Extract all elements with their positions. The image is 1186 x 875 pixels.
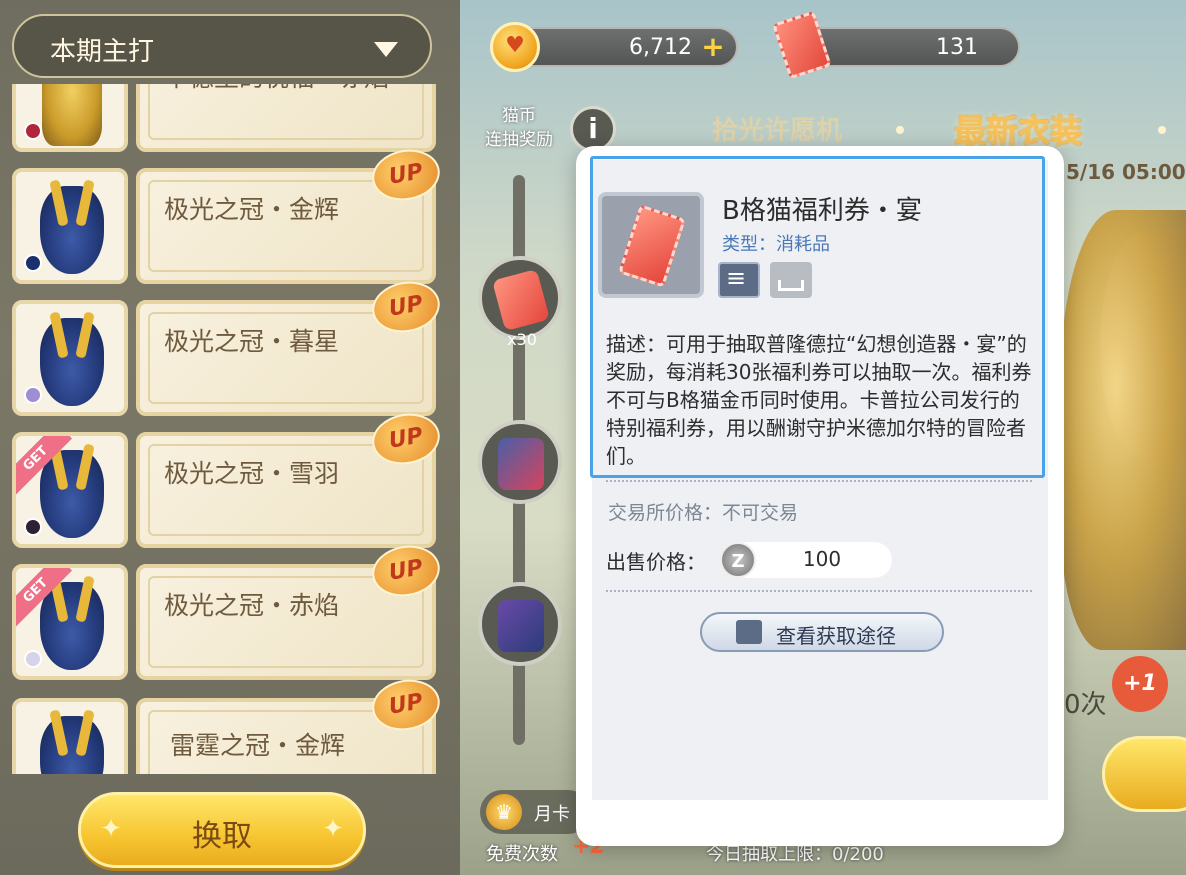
helmet-image	[40, 318, 104, 406]
rarity-dot	[24, 518, 42, 536]
filter-dropdown[interactable]: 本期主打	[12, 14, 432, 78]
reward-node[interactable]	[478, 256, 562, 340]
costume-thumbnail: GET	[12, 432, 128, 548]
draw-button[interactable]	[1102, 736, 1186, 812]
costume-thumbnail	[12, 84, 128, 152]
costume-thumbnail	[12, 300, 128, 416]
sparkle-icon: ✦	[322, 814, 344, 844]
draw-count-fragment: 0次	[1064, 690, 1107, 720]
rarity-dot	[24, 650, 42, 668]
coin-count: 6,712	[629, 35, 692, 60]
costume-card: 辛德里的祝福・赤焰	[136, 84, 436, 152]
rarity-dot	[24, 386, 42, 404]
list-item[interactable]: 辛德里的祝福・赤焰	[12, 84, 436, 156]
rarity-dot	[24, 122, 42, 140]
divider	[606, 480, 1032, 482]
coin-draw-reward-label: 猫币 连抽奖励	[474, 104, 564, 152]
red-ticket-icon	[492, 268, 550, 332]
tab-separator	[896, 126, 904, 134]
tab-wish-machine[interactable]: 拾光许愿机	[712, 110, 842, 147]
month-card-button[interactable]: ♛ 月卡	[480, 790, 590, 834]
item-detail-icon[interactable]	[718, 262, 760, 298]
costume-reward-icon	[498, 438, 544, 490]
item-description: 描述：可用于抽取普隆德拉“幻想创造器・宴”的奖励，每消耗30张福利券可以抽取一次…	[606, 332, 1032, 468]
list-item[interactable]: GET 极光之冠・雪羽 UP	[12, 408, 440, 552]
costume-thumbnail: GET	[12, 564, 128, 680]
item-icon-frame	[598, 192, 704, 298]
costume-name: 雷霆之冠・金辉	[170, 731, 346, 760]
sell-price-value: 100	[802, 547, 842, 571]
free-count-label: 免费次数	[486, 844, 558, 865]
costume-thumbnail	[12, 698, 128, 774]
sell-price-label: 出售价格：	[606, 550, 706, 574]
item-type: 类型：消耗品	[722, 234, 830, 255]
event-end-date: 5/16 05:00	[1066, 160, 1186, 184]
plus-badge: +1	[1112, 656, 1168, 712]
costume-name: 极光之冠・雪羽	[164, 459, 340, 488]
cat-coin-icon	[490, 22, 540, 72]
tray-icon[interactable]	[770, 262, 812, 298]
ticket-count: 131	[936, 35, 978, 60]
view-acquisition-label: 查看获取途径	[776, 624, 896, 648]
rarity-dot	[24, 254, 42, 272]
add-coins-button[interactable]: +	[700, 33, 726, 61]
list-item[interactable]: 雷霆之冠・金辉 UP	[12, 674, 440, 774]
chevron-down-icon	[374, 42, 398, 57]
reward-label-line2: 连抽奖励	[485, 130, 553, 150]
armor-image	[42, 84, 102, 146]
costume-list[interactable]: 辛德里的祝福・赤焰 极光之冠・金辉 UP 极光之冠・暮星 UP	[8, 84, 440, 774]
node-count: x30	[507, 330, 537, 349]
left-panel: 本期主打 辛德里的祝福・赤焰 极光之冠・金辉 UP	[0, 0, 460, 875]
reward-label-line1: 猫币	[502, 106, 536, 126]
helmet-image	[40, 186, 104, 274]
character-figure	[1060, 210, 1186, 650]
costume-name: 辛德里的祝福・赤焰	[164, 84, 389, 94]
costume-reward-icon	[498, 600, 544, 652]
crown-icon: ♛	[486, 794, 522, 830]
helmet-image	[40, 716, 104, 774]
dropdown-label: 本期主打	[50, 37, 155, 67]
month-card-label: 月卡	[534, 804, 570, 825]
red-ticket-icon	[618, 204, 686, 288]
costume-name: 极光之冠・金辉	[164, 195, 340, 224]
divider	[606, 590, 1032, 592]
item-name: B格猫福利券・宴	[722, 196, 922, 226]
list-item[interactable]: 极光之冠・金辉 UP	[12, 144, 440, 288]
zeny-coin-icon: Z	[720, 542, 756, 578]
view-acquisition-button[interactable]: 查看获取途径	[700, 612, 944, 652]
market-price: 交易所价格：不可交易	[608, 502, 799, 524]
tab-separator	[1158, 126, 1166, 134]
exchange-button[interactable]: ✦ 换取 ✦	[78, 792, 366, 868]
reward-node[interactable]	[478, 420, 562, 504]
helmet-image	[40, 450, 104, 538]
coin-counter: 6,712 +	[512, 27, 738, 67]
reward-node[interactable]	[478, 582, 562, 666]
costume-name: 极光之冠・暮星	[164, 327, 340, 356]
helmet-image	[40, 582, 104, 670]
item-detail-icon	[736, 620, 762, 644]
list-item[interactable]: 极光之冠・暮星 UP	[12, 276, 440, 420]
costume-name: 极光之冠・赤焰	[164, 591, 340, 620]
costume-thumbnail	[12, 168, 128, 284]
list-item[interactable]: GET 极光之冠・赤焰 UP	[12, 540, 440, 684]
